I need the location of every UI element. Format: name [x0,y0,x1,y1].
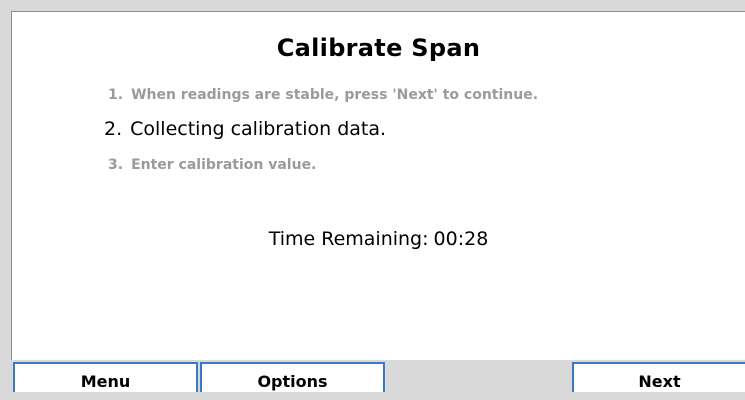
time-remaining-value: 00:28 [433,228,489,250]
step-1: 1. When readings are stable, press 'Next'… [108,88,538,102]
calibration-screen: Calibrate Span 1. When readings are stabl… [11,11,745,360]
step-3-text: Enter calibration value. [131,157,317,173]
step-2-number: 2. [104,118,123,140]
step-1-number: 1. [108,87,124,103]
step-2: 2. Collecting calibration data. [104,120,386,139]
time-remaining: Time Remaining: 00:28 [12,228,745,250]
step-2-text: Collecting calibration data. [130,118,387,140]
menu-button[interactable]: Menu [13,362,198,392]
time-remaining-label: Time Remaining: [268,228,429,250]
softkey-bar: Menu Options Next [0,362,745,392]
next-button[interactable]: Next [572,362,745,392]
step-3: 3. Enter calibration value. [108,158,316,172]
options-button[interactable]: Options [200,362,385,392]
step-1-text: When readings are stable, press 'Next' t… [131,87,539,103]
page-title: Calibrate Span [276,34,481,62]
step-3-number: 3. [108,157,124,173]
